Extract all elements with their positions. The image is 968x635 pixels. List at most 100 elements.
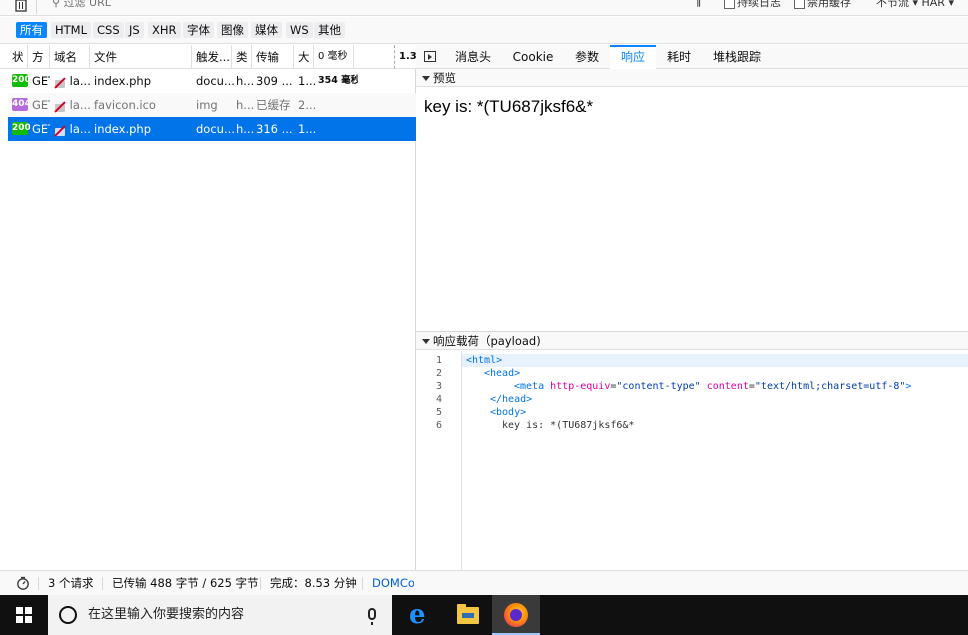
- domain-text: la...: [69, 74, 90, 88]
- column-waterfall[interactable]: 0 毫秒: [314, 45, 354, 69]
- column-domain[interactable]: 域名: [50, 45, 90, 69]
- code-token: <meta: [514, 381, 545, 392]
- line-number: 2: [435, 368, 442, 379]
- payload-code-editor[interactable]: 1 2 3 4 5 6 <html> <head> <meta http-equ…: [416, 351, 968, 570]
- start-button[interactable]: [0, 595, 48, 635]
- status-cell: 200: [12, 69, 30, 93]
- trash-icon[interactable]: [14, 0, 28, 12]
- file-cell: favicon.ico: [94, 98, 156, 112]
- disable-cache-checkbox[interactable]: 禁用缓存: [794, 0, 851, 10]
- toggle-panel-icon[interactable]: [424, 51, 436, 62]
- size-cell: 1...: [298, 122, 317, 136]
- tab-timings[interactable]: 耗时: [662, 45, 696, 69]
- persist-logs-checkbox[interactable]: 持续日志: [724, 0, 781, 10]
- microphone-icon[interactable]: [368, 608, 376, 625]
- line-number: 3: [435, 381, 442, 392]
- filter-images-button[interactable]: 图像: [217, 22, 248, 38]
- edge-icon: e: [409, 600, 426, 630]
- taskbar-search-box[interactable]: 在这里输入你要搜索的内容: [48, 595, 392, 635]
- insecure-lock-icon: [54, 100, 66, 112]
- tab-stack-trace[interactable]: 堆栈跟踪: [706, 45, 768, 69]
- performance-timer-icon[interactable]: [16, 576, 30, 590]
- details-tabbar: 消息头 Cookie 参数 响应 耗时 堆栈跟踪: [416, 45, 968, 69]
- cause-cell: docu...: [196, 74, 235, 88]
- code-token: http-equiv: [550, 381, 611, 392]
- code-line: <html>: [462, 354, 968, 367]
- column-transferred[interactable]: 传输: [252, 45, 294, 69]
- domain-text: la...: [69, 122, 90, 136]
- code-token: >: [905, 381, 912, 392]
- code-token: <html>: [466, 355, 503, 366]
- request-row-selected[interactable]: 200 GET la... index.php docu... h... 316…: [8, 117, 416, 141]
- file-cell: index.php: [94, 74, 152, 88]
- filter-all-button[interactable]: 所有: [16, 22, 47, 38]
- tab-response[interactable]: 响应: [610, 45, 656, 69]
- method-cell: GET: [32, 98, 50, 112]
- code-token: "text/html;charset=utf-8": [754, 381, 906, 392]
- status-cell: 404: [12, 93, 30, 117]
- tab-params[interactable]: 参数: [570, 45, 604, 69]
- insecure-lock-icon: [54, 76, 66, 88]
- line-number: 1: [435, 355, 442, 366]
- pause-button[interactable]: ‖: [696, 0, 702, 7]
- transferred-cell: 已缓存: [256, 98, 291, 112]
- tab-cookies[interactable]: Cookie: [508, 45, 558, 69]
- request-row[interactable]: 200 GET la... index.php docu... h... 309…: [8, 69, 416, 93]
- method-cell: GET: [32, 122, 50, 136]
- type-cell: h...: [236, 122, 255, 136]
- throttle-select[interactable]: 不节流 ▾ HAR ▾: [876, 0, 954, 10]
- column-method[interactable]: 方: [28, 45, 50, 69]
- network-toolbar: ⚲ 过滤 URL ‖ 持续日志 禁用缓存 不节流 ▾ HAR ▾: [0, 0, 968, 16]
- payload-section-header[interactable]: 响应载荷（payload): [416, 332, 968, 350]
- status-separator: [102, 577, 103, 590]
- cause-cell: img: [196, 98, 218, 112]
- column-type[interactable]: 类: [232, 45, 252, 69]
- tab-headers[interactable]: 消息头: [450, 45, 496, 69]
- collapse-triangle-icon: [422, 339, 430, 344]
- transferred-cell: 309 ...: [256, 74, 293, 88]
- request-row[interactable]: 404 GET la... favicon.ico img h... 已缓存 2…: [8, 93, 416, 117]
- status-badge: 404: [12, 98, 30, 111]
- filter-xhr-button[interactable]: XHR: [148, 22, 181, 38]
- domcontentloaded-time: DOMCo: [372, 576, 414, 590]
- timing-cell: 354 毫秒: [318, 75, 358, 86]
- search-placeholder: 在这里输入你要搜索的内容: [88, 607, 245, 622]
- taskbar-app-firefox[interactable]: [492, 595, 540, 635]
- line-number: 4: [435, 394, 442, 405]
- transferred-cell: 316 ...: [256, 122, 293, 136]
- code-token: <head>: [484, 368, 521, 379]
- column-status[interactable]: 状: [8, 45, 28, 69]
- status-separator: [362, 577, 363, 590]
- filter-other-button[interactable]: 其他: [314, 22, 345, 38]
- code-line: </head>: [462, 393, 968, 406]
- filter-media-button[interactable]: 媒体: [251, 22, 282, 38]
- collapse-triangle-icon: [422, 76, 430, 81]
- firefox-icon: [504, 603, 528, 627]
- column-file[interactable]: 文件: [90, 45, 192, 69]
- filter-html-button[interactable]: HTML: [51, 22, 92, 38]
- filter-url-input[interactable]: ⚲ 过滤 URL: [52, 0, 111, 10]
- status-badge: 200: [12, 122, 30, 135]
- request-list-panel: 状 方 域名 文件 触发... 类 传输 大 0 毫秒 1.3 200 GET …: [0, 45, 416, 570]
- line-number-gutter: 1 2 3 4 5 6: [416, 351, 462, 570]
- toolbar-separator: [36, 0, 37, 14]
- windows-taskbar: 在这里输入你要搜索的内容 e: [0, 595, 968, 635]
- filter-ws-button[interactable]: WS: [286, 22, 313, 38]
- taskbar-app-file-explorer[interactable]: [444, 595, 492, 635]
- filter-js-button[interactable]: JS: [125, 22, 144, 38]
- network-status-bar: 3 个请求 已传输 488 字节 / 625 字节 完成：8.53 分钟 DOM…: [0, 570, 968, 595]
- code-line: key is: *(TU687jksf6&*: [462, 419, 968, 432]
- disable-cache-label: 禁用缓存: [807, 0, 851, 9]
- preview-section-header[interactable]: 预览: [416, 69, 968, 87]
- cortana-icon[interactable]: [59, 606, 77, 624]
- status-cell: 200: [12, 117, 30, 141]
- type-cell: h...: [236, 98, 255, 112]
- windows-logo-icon: [16, 607, 32, 623]
- status-badge: 200: [12, 74, 30, 87]
- code-line: <body>: [462, 406, 968, 419]
- column-size[interactable]: 大: [294, 45, 314, 69]
- filter-fonts-button[interactable]: 字体: [183, 22, 214, 38]
- column-cause[interactable]: 触发...: [192, 45, 232, 69]
- taskbar-app-edge[interactable]: e: [396, 595, 444, 635]
- filter-css-button[interactable]: CSS: [93, 22, 124, 38]
